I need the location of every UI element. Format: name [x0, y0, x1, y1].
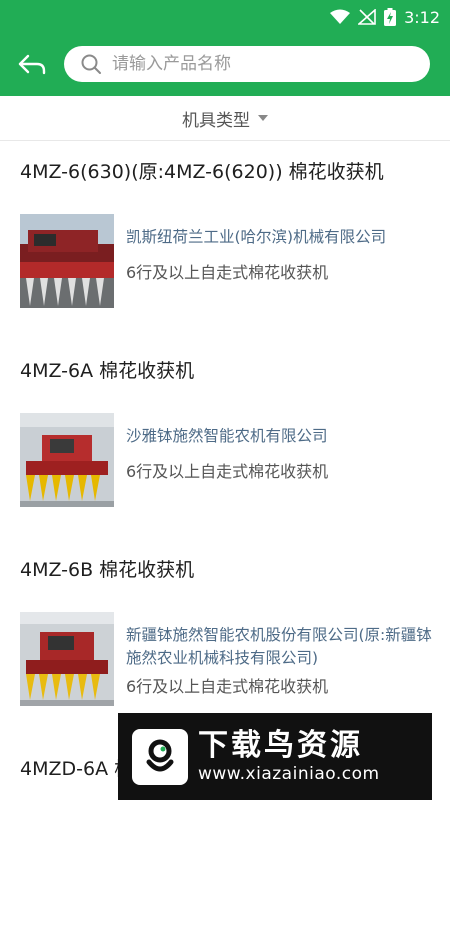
- product-item[interactable]: 4MZ-6A 棉花收获机 沙雅钵施然智能农机有限公司 6行及以上自走式棉花收获机: [0, 340, 450, 539]
- back-button[interactable]: [16, 50, 48, 80]
- watermark-url: www.xiazainiao.com: [198, 763, 380, 784]
- battery-charging-icon: [384, 8, 397, 26]
- product-image: [20, 413, 114, 507]
- machine-type: 6行及以上自走式棉花收获机: [126, 677, 329, 696]
- status-bar: 3:12: [0, 0, 450, 34]
- dropdown-caret-icon: [258, 115, 268, 121]
- product-image: [20, 612, 114, 706]
- product-title: 4MZ-6B 棉花收获机: [20, 559, 195, 581]
- company-name: 凯斯纽荷兰工业(哈尔滨)机械有限公司: [126, 228, 387, 246]
- filter-label: 机具类型: [182, 110, 250, 131]
- app-header: [0, 34, 450, 96]
- status-time: 3:12: [404, 7, 440, 27]
- filter-bar: 机具类型: [0, 96, 450, 141]
- product-list: 4MZ-6(630)(原:4MZ-6(620)) 棉花收获机 凯斯纽荷兰工业(哈…: [0, 141, 450, 937]
- product-title: 4MZ-6A 棉花收获机: [20, 360, 195, 382]
- machine-type: 6行及以上自走式棉花收获机: [126, 263, 329, 282]
- search-box[interactable]: [64, 46, 430, 82]
- status-icons: 3:12: [330, 6, 440, 28]
- product-image: [20, 214, 114, 308]
- no-signal-icon: [358, 9, 376, 25]
- search-input[interactable]: [110, 53, 414, 75]
- company-name: 沙雅钵施然智能农机有限公司: [126, 427, 328, 445]
- machine-type: 6行及以上自走式棉花收获机: [126, 462, 329, 481]
- bird-logo-icon: [132, 728, 188, 785]
- search-icon: [81, 54, 101, 74]
- product-item[interactable]: 4MZ-6(630)(原:4MZ-6(620)) 棉花收获机 凯斯纽荷兰工业(哈…: [0, 141, 450, 340]
- wifi-icon: [330, 9, 351, 24]
- watermark-title: 下载鸟资源: [198, 727, 363, 763]
- product-item[interactable]: 4MZ-6B 棉花收获机 新疆钵施然智能农机股份有限公司(原:新疆钵施然农业机械…: [0, 539, 450, 738]
- watermark-text: 下载鸟资源 www.xiazainiao.com: [198, 727, 380, 785]
- product-title: 4MZ-6(630)(原:4MZ-6(620)) 棉花收获机: [20, 161, 384, 183]
- company-name: 新疆钵施然智能农机股份有限公司(原:新疆钵施然农业机械科技有限公司): [126, 626, 432, 667]
- back-arrow-icon: [18, 54, 46, 75]
- machine-type-filter[interactable]: 机具类型: [182, 106, 268, 131]
- watermark-overlay: 下载鸟资源 www.xiazainiao.com: [118, 713, 432, 800]
